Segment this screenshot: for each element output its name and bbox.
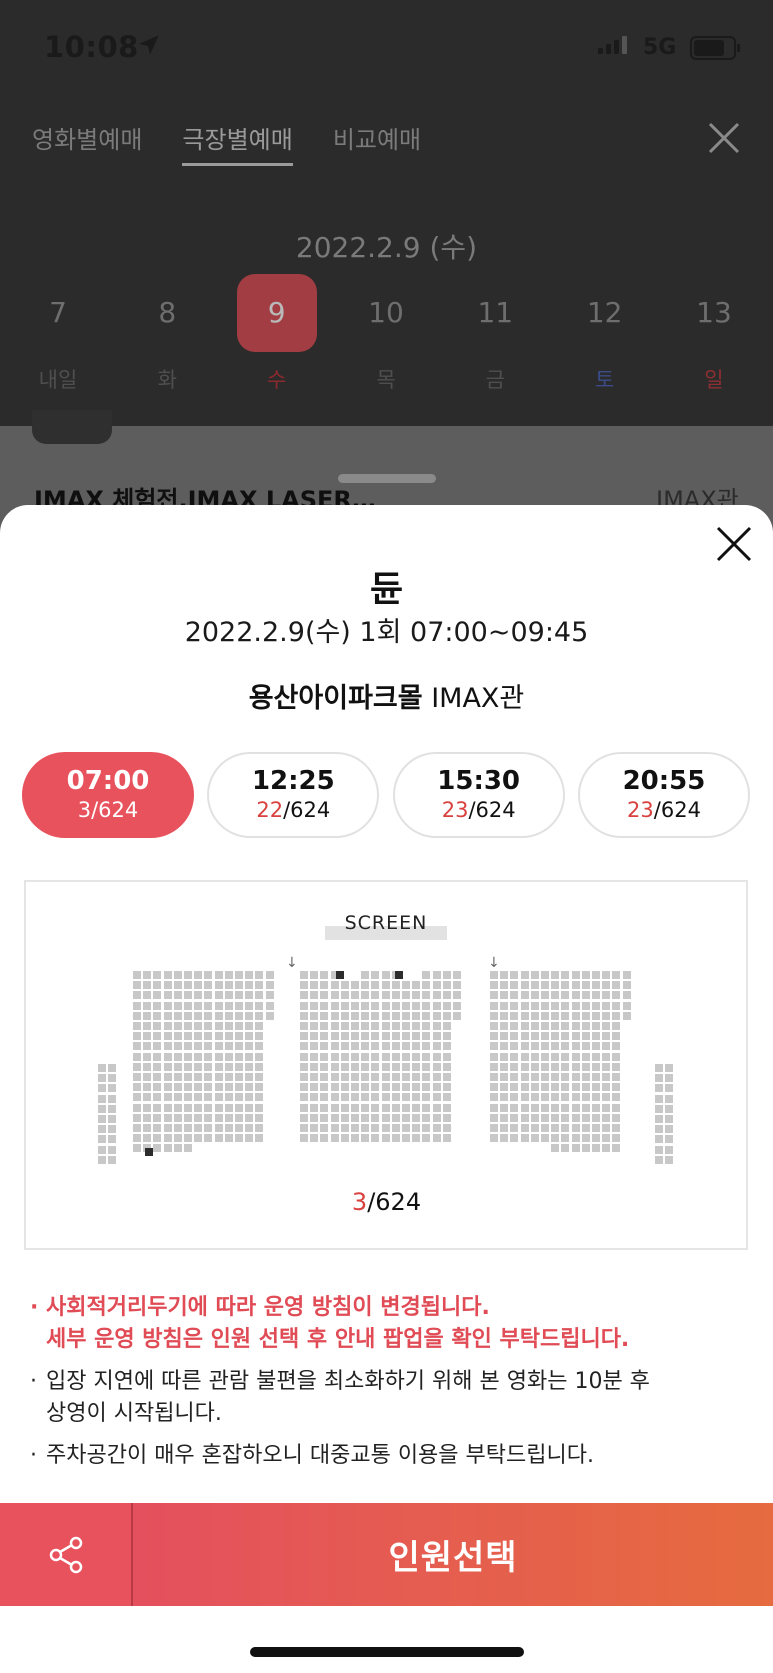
seat-availability: 3/624 xyxy=(24,798,192,822)
showtime-time: 12:25 xyxy=(251,766,335,796)
date-item[interactable]: 10 목 xyxy=(344,274,428,394)
date-number: 8 xyxy=(158,296,177,329)
date-weekday: 금 xyxy=(485,368,505,392)
seat-availability: 23/624 xyxy=(395,798,563,822)
date-number: 13 xyxy=(696,296,732,329)
booking-tabs: 영화별예매 극장별예매 비교예매 xyxy=(32,120,421,166)
showtime-time: 07:00 xyxy=(66,766,150,796)
theater-name: 용산아이파크몰 xyxy=(248,683,423,714)
home-indicator xyxy=(250,1647,524,1657)
seats-remaining: 22 xyxy=(256,798,284,822)
seats-total: /624 xyxy=(468,798,516,822)
status-bar: 10:08 5G xyxy=(0,0,773,100)
screen-name: IMAX관 xyxy=(431,683,525,714)
sheet-grabber[interactable] xyxy=(338,474,436,483)
notice-list: 사회적거리두기에 따라 운영 방침이 변경됩니다. 세부 운영 방침은 인원 선… xyxy=(30,1292,750,1482)
notice-item: 주차공간이 매우 혼잡하오니 대중교통 이용을 부탁드립니다. xyxy=(30,1440,750,1472)
status-time: 10:08 xyxy=(44,30,139,64)
screen-label: SCREEN xyxy=(344,912,428,934)
seats-total: /624 xyxy=(283,798,331,822)
signal-icon xyxy=(598,36,627,54)
theater-label: 용산아이파크몰 IMAX관 xyxy=(0,676,773,715)
date-weekday: 화 xyxy=(157,368,177,392)
date-weekday: 일 xyxy=(704,368,724,392)
showtime-button[interactable]: 15:30 23/624 xyxy=(392,752,565,838)
tab-compare[interactable]: 비교예매 xyxy=(333,120,421,166)
date-number: 12 xyxy=(586,296,623,329)
share-button[interactable] xyxy=(0,1503,133,1606)
date-item[interactable]: 12 토 xyxy=(563,274,647,394)
date-weekday: 토 xyxy=(594,368,615,392)
date-number: 9 xyxy=(236,274,317,352)
seats-remaining: 3 xyxy=(351,1188,368,1216)
date-number: 11 xyxy=(477,296,514,329)
seats-total: /624 xyxy=(91,798,139,822)
seats-remaining: 23 xyxy=(441,798,469,822)
date-item[interactable]: 7 내일 xyxy=(16,274,100,394)
date-number: 10 xyxy=(368,296,404,329)
select-people-button[interactable]: 인원선택 xyxy=(133,1503,773,1606)
seats-remaining: 23 xyxy=(627,798,654,822)
date-item[interactable]: 8 화 xyxy=(125,274,209,394)
battery-icon xyxy=(690,36,740,60)
date-weekday: 내일 xyxy=(38,368,78,392)
date-number: 7 xyxy=(49,296,67,329)
date-item-selected[interactable]: 9 수 xyxy=(235,274,319,394)
showtime-options: 07:00 3/624 12:25 22/624 15:30 23/624 20… xyxy=(22,752,750,838)
date-item[interactable]: 13 일 xyxy=(672,274,756,394)
movie-title: 듄 xyxy=(369,569,404,610)
seat-count: 3/624 xyxy=(0,1188,773,1216)
seats-remaining: 3 xyxy=(77,798,92,822)
movie-thumbnail xyxy=(32,410,112,444)
showtime-time: 15:30 xyxy=(437,766,521,796)
tab-movie[interactable]: 영화별예매 xyxy=(32,120,142,166)
notice-item: 사회적거리두기에 따라 운영 방침이 변경됩니다. 세부 운영 방침은 인원 선… xyxy=(30,1292,750,1356)
date-item[interactable]: 11 금 xyxy=(453,274,537,394)
share-icon xyxy=(49,1536,82,1573)
date-weekday: 수 xyxy=(266,368,287,392)
aisle-arrow-icon: ↓ xyxy=(488,955,500,971)
aisle-arrow-icon: ↓ xyxy=(286,955,298,971)
showtime-button[interactable]: 20:55 23/624 xyxy=(577,752,750,838)
date-weekday: 목 xyxy=(376,368,396,392)
bottom-action-bar: 인원선택 xyxy=(0,1503,773,1606)
notice-item: 입장 지연에 따른 관람 불편을 최소화하기 위해 본 영화는 10분 후 상영… xyxy=(30,1366,750,1430)
selected-date-label: 2022.2.9 (수) xyxy=(295,231,478,264)
seats-total: /624 xyxy=(367,1188,422,1216)
showtime-button[interactable]: 12:25 22/624 xyxy=(207,752,380,838)
showtime-label: 2022.2.9(수) 1회 07:00~09:45 xyxy=(184,617,589,648)
network-label: 5G xyxy=(643,35,677,60)
seat-availability: 23/624 xyxy=(580,798,748,822)
date-strip: 7 내일 8 화 9 수 10 목 11 금 12 토 13 일 xyxy=(16,274,756,394)
tab-theater[interactable]: 극장별예매 xyxy=(182,120,293,166)
showtime-button[interactable]: 07:00 3/624 xyxy=(22,752,194,838)
seats-total: /624 xyxy=(653,798,701,822)
showtime-time: 20:55 xyxy=(622,766,706,796)
close-icon[interactable] xyxy=(704,118,744,158)
location-arrow-icon xyxy=(139,35,159,55)
seat-availability: 22/624 xyxy=(209,798,377,822)
